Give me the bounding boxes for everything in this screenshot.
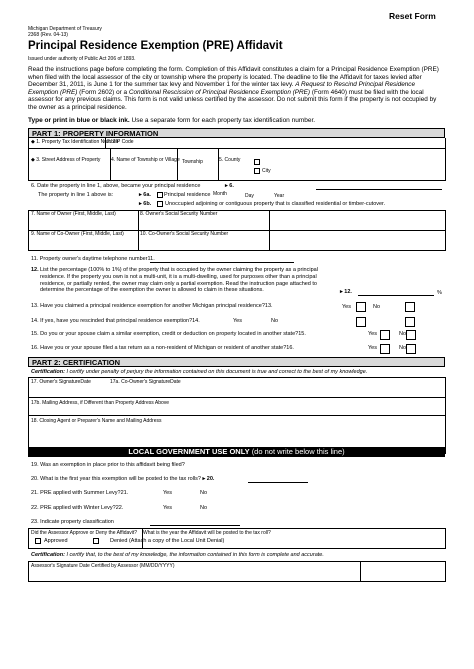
q6b-option: Unoccupied adjoining or contiguous prope… (165, 201, 386, 207)
q23-label: 23. Indicate property classification (31, 519, 114, 525)
q22-label: 22. PRE applied with Winter Levy?22. (31, 505, 124, 511)
field-17a-label: 17a. Co-Owner's SignatureDate (110, 379, 181, 385)
field-8-label: 8. Owner's Social Security Number (140, 211, 218, 217)
ink-note: Type or print in blue or black ink. Use … (28, 117, 316, 124)
q21-label: 21. PRE applied with Summer Levy?21. (31, 490, 129, 496)
q13-no-label: No (373, 304, 381, 310)
q14-label: 14. If yes, have you rescinded that prin… (31, 318, 200, 324)
field-9-label: 9. Name of Co-Owner (First, Middle, Last… (31, 231, 124, 237)
q13-yes-label: Yes (342, 304, 351, 310)
q14-yes-checkbox[interactable] (356, 317, 366, 327)
q6a-checkbox[interactable] (157, 192, 163, 198)
q6a-option: Principal residence (164, 192, 211, 198)
part2-certification: Certification: I certify under penalty o… (31, 369, 368, 375)
q15-label: 15. Do you or your spouse claim a simila… (31, 331, 306, 337)
q19-label: 19. Was an exemption in place prior to t… (31, 462, 185, 468)
instructions-paragraph: Read the instructions page before comple… (28, 66, 439, 111)
q6-marker: ▸ 6. (225, 183, 234, 189)
city-label: City (262, 168, 271, 174)
form-page: Reset Form Michigan Department of Treasu… (0, 0, 474, 669)
field-4-label: 4. Name of Township or Village (111, 157, 180, 163)
city-checkbox[interactable] (254, 168, 260, 174)
q6a-marker: ▸ 6a. (139, 192, 151, 198)
field-3-label: ◆ 3. Street Address of Property (31, 157, 101, 163)
q12-number: 12. (31, 267, 39, 273)
q15-no-label: No (399, 331, 407, 337)
reset-form-button[interactable]: Reset Form (389, 11, 436, 21)
q14-yes-label: Yes (233, 318, 242, 324)
q16-no-label: No (399, 345, 407, 351)
q13-yes-checkbox[interactable] (356, 302, 366, 312)
form-title: Principal Residence Exemption (PRE) Affi… (28, 40, 283, 52)
q16-no-checkbox[interactable] (406, 344, 416, 354)
year-label: Year (274, 193, 285, 199)
q23-input[interactable] (150, 525, 240, 526)
assessor-signature-label: Assessor's Signature Date Certified by A… (31, 563, 175, 569)
field-1-input[interactable] (30, 144, 102, 147)
q16-yes-checkbox[interactable] (380, 344, 390, 354)
field-17b-label: 17b. Mailing Address, if Different than … (31, 400, 170, 406)
q21-yes-label: Yes (163, 490, 172, 496)
local-use-heading: LOCAL GOVERNMENT USE ONLY (do not write … (28, 447, 445, 457)
field-7-label: 7. Name of Owner (First, Middle, Last) (31, 211, 116, 217)
q12-text: List the percentage (100% to 1%) of the … (40, 267, 318, 294)
q12-percent: % (437, 290, 442, 296)
form-number: 2368 (Rev. 04-13) (28, 32, 68, 38)
part2-heading: PART 2: CERTIFICATION (28, 357, 445, 367)
approve-question: Did the Assessor Approve or Deny the Aff… (31, 530, 138, 536)
q22-yes-label: Yes (163, 505, 172, 511)
q11-input[interactable] (150, 262, 294, 263)
q13-no-checkbox[interactable] (405, 302, 415, 312)
day-label: Day (245, 193, 254, 199)
denied-label: Denied (Attach a copy of the Local Unit … (110, 538, 225, 544)
township-label: Township (182, 159, 203, 165)
q15-no-checkbox[interactable] (406, 330, 416, 340)
q15-yes-label: Yes (368, 331, 377, 337)
q15-yes-checkbox[interactable] (380, 330, 390, 340)
field-2-label: 2. ZIP Code (107, 139, 134, 145)
field-18-label: 18. Closing Agent or Preparer's Name and… (31, 418, 162, 424)
q6a-text: The property in line 1 above is: (38, 192, 114, 198)
q6-input[interactable] (316, 189, 442, 190)
q16-yes-label: Yes (368, 345, 377, 351)
q12-marker: ▸ 12. (340, 289, 352, 295)
q22-no-label: No (200, 505, 208, 511)
q6b-checkbox[interactable] (157, 201, 163, 207)
local-certification: Certification: I certify that, to the be… (31, 552, 324, 558)
q11-label: 11. Property owner's daytime telephone n… (31, 256, 155, 262)
q14-no-checkbox[interactable] (405, 317, 415, 327)
q20-input[interactable] (248, 482, 308, 483)
q6-label: 6. Date the property in line 1, above, b… (31, 183, 201, 189)
q12-input[interactable] (358, 295, 434, 296)
field-10-label: 10. Co-Owner's Social Security Number (140, 231, 229, 237)
q21-no-label: No (200, 490, 208, 496)
month-label: Month (213, 191, 227, 197)
q20-label: 20. What is the first year this exemptio… (31, 476, 215, 482)
post-year-question: What is the year the Affidavit will be p… (143, 530, 271, 536)
township-checkbox[interactable] (254, 159, 260, 165)
approved-checkbox[interactable] (35, 538, 41, 544)
approved-label: Approved (44, 538, 68, 544)
field-5-label: 5. County (219, 157, 241, 163)
q6b-marker: ▸ 6b. (139, 201, 152, 207)
q13-label: 13. Have you claimed a principal residen… (31, 303, 273, 309)
part1-heading: PART 1: PROPERTY INFORMATION (28, 128, 445, 138)
q16-label: 16. Have you or your spouse filed a tax … (31, 345, 294, 351)
field-17-label: 17. Owner's SignatureDate (31, 379, 91, 385)
denied-checkbox[interactable] (93, 538, 99, 544)
authority-note: Issued under authority of Public Act 206… (28, 56, 136, 62)
q14-no-label: No (271, 318, 279, 324)
